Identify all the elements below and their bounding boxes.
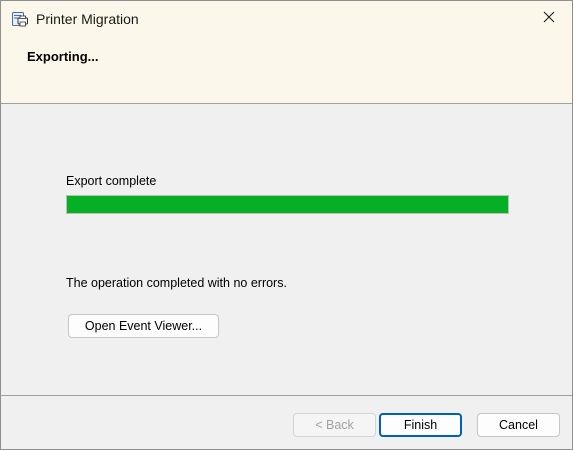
result-message: The operation completed with no errors.: [66, 276, 287, 290]
progress-label: Export complete: [66, 174, 157, 188]
open-event-viewer-button[interactable]: Open Event Viewer...: [68, 314, 219, 338]
footer-divider: [1, 395, 572, 396]
progress-fill: [67, 196, 508, 213]
wizard-header: Exporting...: [1, 37, 572, 103]
cancel-button[interactable]: Cancel: [477, 413, 560, 437]
window-title: Printer Migration: [36, 11, 139, 27]
header-divider: [1, 103, 572, 104]
close-icon: [543, 10, 555, 28]
printer-migration-window: Printer Migration Exporting... Export co…: [0, 0, 573, 450]
back-button[interactable]: < Back: [293, 413, 376, 437]
export-progress-bar: [66, 195, 509, 214]
finish-button[interactable]: Finish: [379, 413, 462, 437]
page-title: Exporting...: [27, 49, 99, 64]
close-button[interactable]: [526, 1, 572, 37]
title-bar[interactable]: Printer Migration: [1, 1, 572, 37]
printer-migration-icon: [11, 10, 29, 28]
